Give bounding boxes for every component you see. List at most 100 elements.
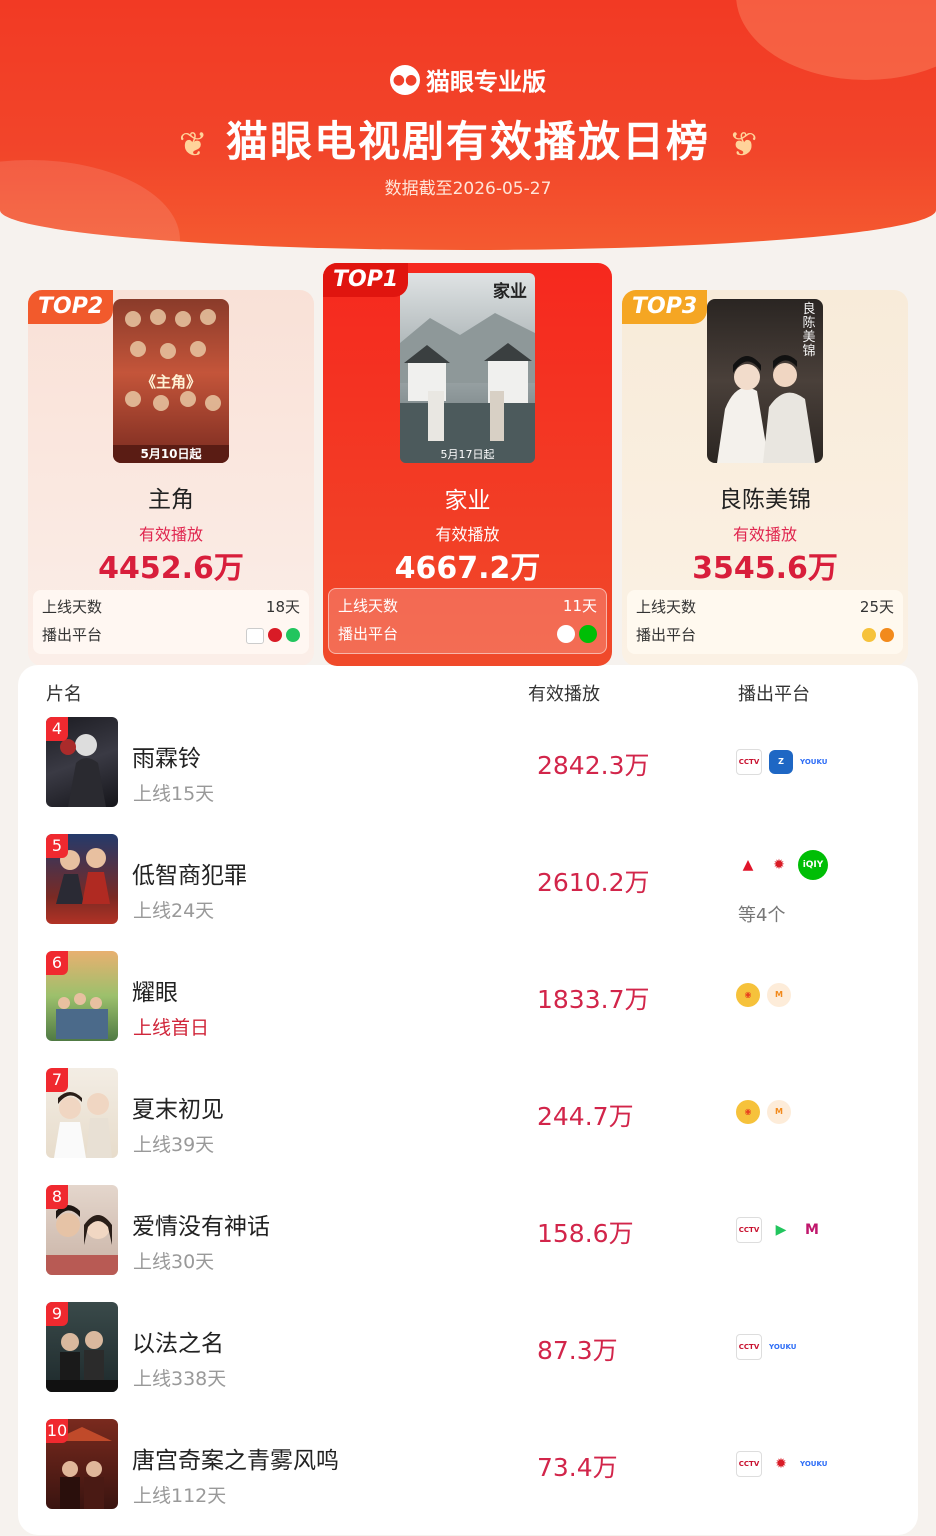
zhejiang-tv-icon: Z xyxy=(769,750,793,774)
poster-title: 家业 xyxy=(493,282,527,302)
info-box: 上线天数 11天 播出平台 xyxy=(328,588,607,654)
metric-value: 3545.6万 xyxy=(692,551,838,586)
info-box: 上线天数 18天 播出平台 xyxy=(33,590,309,654)
poster-title: 《主角》 xyxy=(140,373,201,391)
hunan-tv-icon xyxy=(862,628,876,642)
poster-image: 《主角》 5月10日起 xyxy=(113,299,229,463)
list-item[interactable]: 6 耀眼 上线首日 1833.7万 ◉ M xyxy=(18,951,918,1068)
platform-icons: CCTV ✹ YOUKU xyxy=(736,1451,831,1477)
play-count: 73.4万 xyxy=(537,1453,618,1482)
laurel-left-icon: ❦ xyxy=(178,124,210,165)
rank-badge: TOP3 xyxy=(622,290,708,324)
poster-thumbnail: 5 xyxy=(46,834,118,924)
days-online: 上线112天 xyxy=(133,1485,227,1507)
data-date: 数据截至2026-05-27 xyxy=(384,179,552,199)
page-title-text: 猫眼电视剧有效播放日榜 xyxy=(225,117,710,166)
youku-icon: YOUKU xyxy=(769,1335,796,1359)
mgtv-icon: M xyxy=(767,1100,791,1124)
metric-label: 有效播放 xyxy=(435,525,500,544)
platform-icons: ◉ M xyxy=(736,1100,798,1124)
column-header-title: 片名 xyxy=(46,684,82,705)
platform-icons xyxy=(553,625,597,653)
dragon-tv-icon: ✹ xyxy=(769,1452,793,1476)
rank-badge: TOP1 xyxy=(323,263,409,297)
page-title: ❦ 猫眼电视剧有效播放日榜 ❦ xyxy=(0,108,936,169)
cctv-icon: CCTV xyxy=(736,1451,762,1477)
metric-label: 有效播放 xyxy=(138,525,203,544)
rank-badge: 4 xyxy=(46,717,68,741)
platform-row: 播出平台 xyxy=(636,622,894,648)
metric-label: 有效播放 xyxy=(732,525,797,544)
days-value: 25天 xyxy=(859,598,894,616)
brand-logo: ●● 猫眼专业版 xyxy=(0,62,936,97)
metric-value: 4452.6万 xyxy=(98,551,244,586)
list-item[interactable]: 9 以法之名 上线338天 87.3万 CCTV YOUKU xyxy=(18,1302,918,1419)
poster-date: 5月10日起 xyxy=(140,447,202,461)
days-online: 上线39天 xyxy=(133,1134,215,1156)
poster-date: 5月17日起 xyxy=(440,448,495,461)
rank-badge: 7 xyxy=(46,1068,68,1092)
days-row: 上线天数 18天 xyxy=(42,594,300,620)
rank-badge: 6 xyxy=(46,951,68,975)
days-value: 18天 xyxy=(265,598,300,616)
cat-eye-logo-icon: ●● xyxy=(390,64,420,95)
poster-title: 良陈美锦 xyxy=(802,302,816,359)
poster-image: 良陈美锦 xyxy=(707,299,823,463)
days-row: 上线天数 11天 xyxy=(338,593,597,619)
drama-title: 良陈美锦 xyxy=(719,487,811,513)
days-label: 上线天数 xyxy=(636,598,697,616)
play-count: 2610.2万 xyxy=(537,868,650,897)
poster-thumbnail: 9 xyxy=(46,1302,118,1392)
drama-title: 唐宫奇案之青雾风鸣 xyxy=(132,1448,339,1474)
dragon-tv-icon: ✹ xyxy=(767,853,791,877)
list-item[interactable]: 7 夏末初见 上线39天 244.7万 ◉ M xyxy=(18,1068,918,1185)
platform-icons xyxy=(242,628,300,654)
days-online: 上线15天 xyxy=(133,783,215,805)
list-item[interactable]: 8 爱情没有神话 上线30天 158.6万 CCTV ▶ M xyxy=(18,1185,918,1302)
days-value: 11天 xyxy=(562,597,597,615)
list-item[interactable]: 5 低智商犯罪 上线24天 2610.2万 ▲ ✹ iQIY 等4个 xyxy=(18,834,918,951)
play-count: 1833.7万 xyxy=(537,985,650,1014)
top3-card[interactable]: 良陈美锦 TOP3 良陈美锦 有效播放 3545.6万 上线天数 25天 播出平台 xyxy=(622,290,908,666)
top1-card[interactable]: 家业 5月17日起 TOP1 家业 有效播放 4667.2万 上线天数 11天 播… xyxy=(323,263,612,666)
drama-title: 爱情没有神话 xyxy=(132,1214,270,1240)
info-box: 上线天数 25天 播出平台 xyxy=(627,590,903,654)
drama-title: 家业 xyxy=(444,488,491,514)
platform-label: 播出平台 xyxy=(338,625,399,643)
column-header-plays: 有效播放 xyxy=(528,684,600,705)
tencent-video-icon: ▶ xyxy=(769,1218,793,1242)
poster-thumbnail: 7 xyxy=(46,1068,118,1158)
poster-thumbnail: 6 xyxy=(46,951,118,1041)
platform-icons: CCTV Z YOUKU xyxy=(736,749,831,775)
hubei-tv-icon: ▲ xyxy=(736,853,760,877)
platform-label: 播出平台 xyxy=(42,626,103,644)
days-online: 上线24天 xyxy=(133,900,215,922)
poster-thumbnail: 8 xyxy=(46,1185,118,1275)
days-row: 上线天数 25天 xyxy=(636,594,894,620)
more-platforms[interactable]: 等4个 xyxy=(738,901,785,927)
days-label: 上线天数 xyxy=(42,598,103,616)
play-count: 244.7万 xyxy=(537,1102,634,1131)
list-item[interactable]: 10 唐宫奇案之青雾风鸣 上线112天 73.4万 CCTV ✹ YOUKU xyxy=(18,1419,918,1536)
drama-title: 以法之名 xyxy=(132,1331,224,1357)
mgtv-icon: M xyxy=(767,983,791,1007)
play-count: 87.3万 xyxy=(537,1336,618,1365)
drama-title: 雨霖铃 xyxy=(132,746,201,772)
drama-title: 低智商犯罪 xyxy=(132,863,247,889)
platform-row: 播出平台 xyxy=(42,622,300,648)
brand-name: 猫眼专业版 xyxy=(426,68,546,96)
platform-icons: CCTV ▶ M xyxy=(736,1217,831,1243)
top2-card[interactable]: 《主角》 5月10日起 TOP2 主角 有效播放 4452.6万 上线天数 18天… xyxy=(28,290,314,666)
dragon-tv-icon xyxy=(268,628,282,642)
platform-icons: ◉ M xyxy=(736,983,798,1007)
days-online: 上线338天 xyxy=(133,1368,227,1390)
list-item[interactable]: 4 雨霖铃 上线15天 2842.3万 CCTV Z YOUKU xyxy=(18,717,918,834)
metric-value: 4667.2万 xyxy=(394,551,541,586)
hunan-tv-icon: ◉ xyxy=(736,983,760,1007)
cctv-icon xyxy=(246,628,264,644)
tencent-video-icon xyxy=(286,628,300,642)
drama-title: 夏末初见 xyxy=(132,1097,224,1123)
days-label: 上线天数 xyxy=(338,597,399,615)
rank-badge: TOP2 xyxy=(28,290,114,324)
migu-icon: M xyxy=(800,1218,824,1242)
